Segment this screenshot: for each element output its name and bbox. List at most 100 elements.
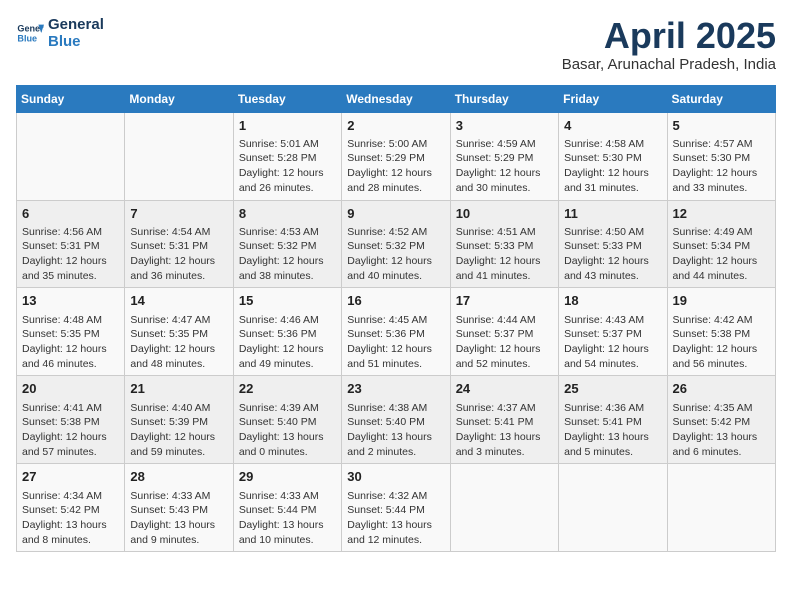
calendar-cell: 17Sunrise: 4:44 AMSunset: 5:37 PMDayligh…: [450, 288, 558, 376]
weekday-header: Friday: [559, 85, 667, 112]
calendar-cell: 10Sunrise: 4:51 AMSunset: 5:33 PMDayligh…: [450, 200, 558, 288]
logo-line2: Blue: [48, 33, 104, 50]
day-number: 19: [673, 292, 770, 310]
day-info: Daylight: 13 hours and 10 minutes.: [239, 518, 336, 547]
calendar-cell: 18 Sunrise: 4:43 AMSunset: 5:37 PMDayligh…: [559, 288, 667, 376]
day-info: Sunset: 5:29 PM: [456, 151, 553, 166]
day-info: Sunrise: 4:39 AM: [239, 401, 336, 416]
day-info: Daylight: 12 hours and 59 minutes.: [130, 430, 227, 459]
day-number: 30: [347, 468, 444, 486]
day-number: 16: [347, 292, 444, 310]
day-number: 18: [564, 292, 661, 310]
day-number: 4: [564, 117, 661, 135]
weekday-header: Thursday: [450, 85, 558, 112]
day-info: Daylight: 13 hours and 5 minutes.: [564, 430, 661, 459]
day-info: Daylight: 12 hours and 52 minutes.: [456, 342, 553, 371]
day-info: Daylight: 13 hours and 12 minutes.: [347, 518, 444, 547]
day-info: Sunset: 5:30 PM: [564, 151, 661, 166]
day-info: Daylight: 12 hours and 26 minutes.: [239, 166, 336, 195]
day-info: Sunrise: 4:37 AM: [456, 401, 553, 416]
day-info: Sunrise: 5:00 AM: [347, 137, 444, 152]
calendar-cell: 13Sunrise: 4:48 AMSunset: 5:35 PMDayligh…: [17, 288, 125, 376]
day-number: 15: [239, 292, 336, 310]
day-info: Sunset: 5:41 PM: [456, 415, 553, 430]
day-info: Daylight: 13 hours and 9 minutes.: [130, 518, 227, 547]
day-info: Sunrise: 4:52 AM: [347, 225, 444, 240]
day-info: Daylight: 12 hours and 30 minutes.: [456, 166, 553, 195]
day-info: Sunrise: 4:43 AM: [564, 313, 661, 328]
calendar-cell: 24Sunrise: 4:37 AMSunset: 5:41 PMDayligh…: [450, 376, 558, 464]
calendar-cell: 27Sunrise: 4:34 AMSunset: 5:42 PMDayligh…: [17, 464, 125, 552]
calendar-cell: 11Sunrise: 4:50 AMSunset: 5:33 PMDayligh…: [559, 200, 667, 288]
day-info: Sunrise: 4:44 AM: [456, 313, 553, 328]
day-number: 23: [347, 380, 444, 398]
day-number: 2: [347, 117, 444, 135]
day-info: Sunrise: 4:40 AM: [130, 401, 227, 416]
day-number: 29: [239, 468, 336, 486]
day-info: Sunset: 5:33 PM: [456, 239, 553, 254]
calendar-cell: 4Sunrise: 4:58 AMSunset: 5:30 PMDaylight…: [559, 112, 667, 200]
day-info: Daylight: 12 hours and 54 minutes.: [564, 342, 661, 371]
day-info: Sunset: 5:32 PM: [347, 239, 444, 254]
day-info: Sunset: 5:39 PM: [130, 415, 227, 430]
day-info: Daylight: 13 hours and 8 minutes.: [22, 518, 119, 547]
calendar-week-row: 1Sunrise: 5:01 AMSunset: 5:28 PMDaylight…: [17, 112, 776, 200]
day-number: 5: [673, 117, 770, 135]
day-info: Daylight: 12 hours and 41 minutes.: [456, 254, 553, 283]
day-info: Sunrise: 4:38 AM: [347, 401, 444, 416]
day-info: Sunset: 5:28 PM: [239, 151, 336, 166]
day-number: 25: [564, 380, 661, 398]
day-info: Sunrise: 4:47 AM: [130, 313, 227, 328]
day-number: 20: [22, 380, 119, 398]
day-info: Sunset: 5:44 PM: [347, 503, 444, 518]
day-info: Sunset: 5:35 PM: [22, 327, 119, 342]
day-info: Daylight: 12 hours and 40 minutes.: [347, 254, 444, 283]
day-number: 28: [130, 468, 227, 486]
day-info: Sunset: 5:37 PM: [564, 327, 661, 342]
day-info: Sunrise: 4:35 AM: [673, 401, 770, 416]
calendar-cell: 21 Sunrise: 4:40 AMSunset: 5:39 PMDayligh…: [125, 376, 233, 464]
day-info: Sunset: 5:41 PM: [564, 415, 661, 430]
calendar-cell: 3Sunrise: 4:59 AMSunset: 5:29 PMDaylight…: [450, 112, 558, 200]
calendar-cell: 25Sunrise: 4:36 AMSunset: 5:41 PMDayligh…: [559, 376, 667, 464]
day-info: Daylight: 12 hours and 49 minutes.: [239, 342, 336, 371]
day-number: 17: [456, 292, 553, 310]
day-info: Sunrise: 4:51 AM: [456, 225, 553, 240]
day-info: Sunset: 5:35 PM: [130, 327, 227, 342]
day-number: 12: [673, 205, 770, 223]
day-info: Daylight: 12 hours and 33 minutes.: [673, 166, 770, 195]
day-number: 21: [130, 380, 227, 398]
day-info: Sunrise: 4:46 AM: [239, 313, 336, 328]
day-info: Daylight: 12 hours and 36 minutes.: [130, 254, 227, 283]
day-info: Sunset: 5:29 PM: [347, 151, 444, 166]
calendar-cell: [17, 112, 125, 200]
day-info: Sunset: 5:33 PM: [564, 239, 661, 254]
day-info: Daylight: 12 hours and 57 minutes.: [22, 430, 119, 459]
day-number: 1: [239, 117, 336, 135]
weekday-header: Sunday: [17, 85, 125, 112]
day-info: Sunset: 5:34 PM: [673, 239, 770, 254]
calendar-cell: 22Sunrise: 4:39 AMSunset: 5:40 PMDayligh…: [233, 376, 341, 464]
day-info: Sunrise: 4:58 AM: [564, 137, 661, 152]
calendar-cell: 15 Sunrise: 4:46 AMSunset: 5:36 PMDayligh…: [233, 288, 341, 376]
day-info: Sunrise: 4:54 AM: [130, 225, 227, 240]
calendar-cell: 26Sunrise: 4:35 AMSunset: 5:42 PMDayligh…: [667, 376, 775, 464]
location: Basar, Arunachal Pradesh, India: [562, 56, 776, 73]
page-header: General Blue General Blue April 2025 Bas…: [16, 16, 776, 73]
day-info: Sunrise: 4:57 AM: [673, 137, 770, 152]
calendar-cell: 28Sunrise: 4:33 AMSunset: 5:43 PMDayligh…: [125, 464, 233, 552]
day-number: 8: [239, 205, 336, 223]
day-info: Daylight: 12 hours and 44 minutes.: [673, 254, 770, 283]
day-info: Sunrise: 4:32 AM: [347, 489, 444, 504]
calendar-cell: 14Sunrise: 4:47 AMSunset: 5:35 PMDayligh…: [125, 288, 233, 376]
day-info: Sunset: 5:36 PM: [239, 327, 336, 342]
day-info: Sunrise: 4:49 AM: [673, 225, 770, 240]
svg-text:Blue: Blue: [17, 33, 37, 43]
day-info: Sunset: 5:38 PM: [22, 415, 119, 430]
day-number: 14: [130, 292, 227, 310]
calendar-cell: 30 Sunrise: 4:32 AMSunset: 5:44 PMDayligh…: [342, 464, 450, 552]
day-info: Sunrise: 4:48 AM: [22, 313, 119, 328]
month-title: April 2025: [562, 16, 776, 56]
day-info: Sunset: 5:40 PM: [347, 415, 444, 430]
day-info: Sunrise: 5:01 AM: [239, 137, 336, 152]
